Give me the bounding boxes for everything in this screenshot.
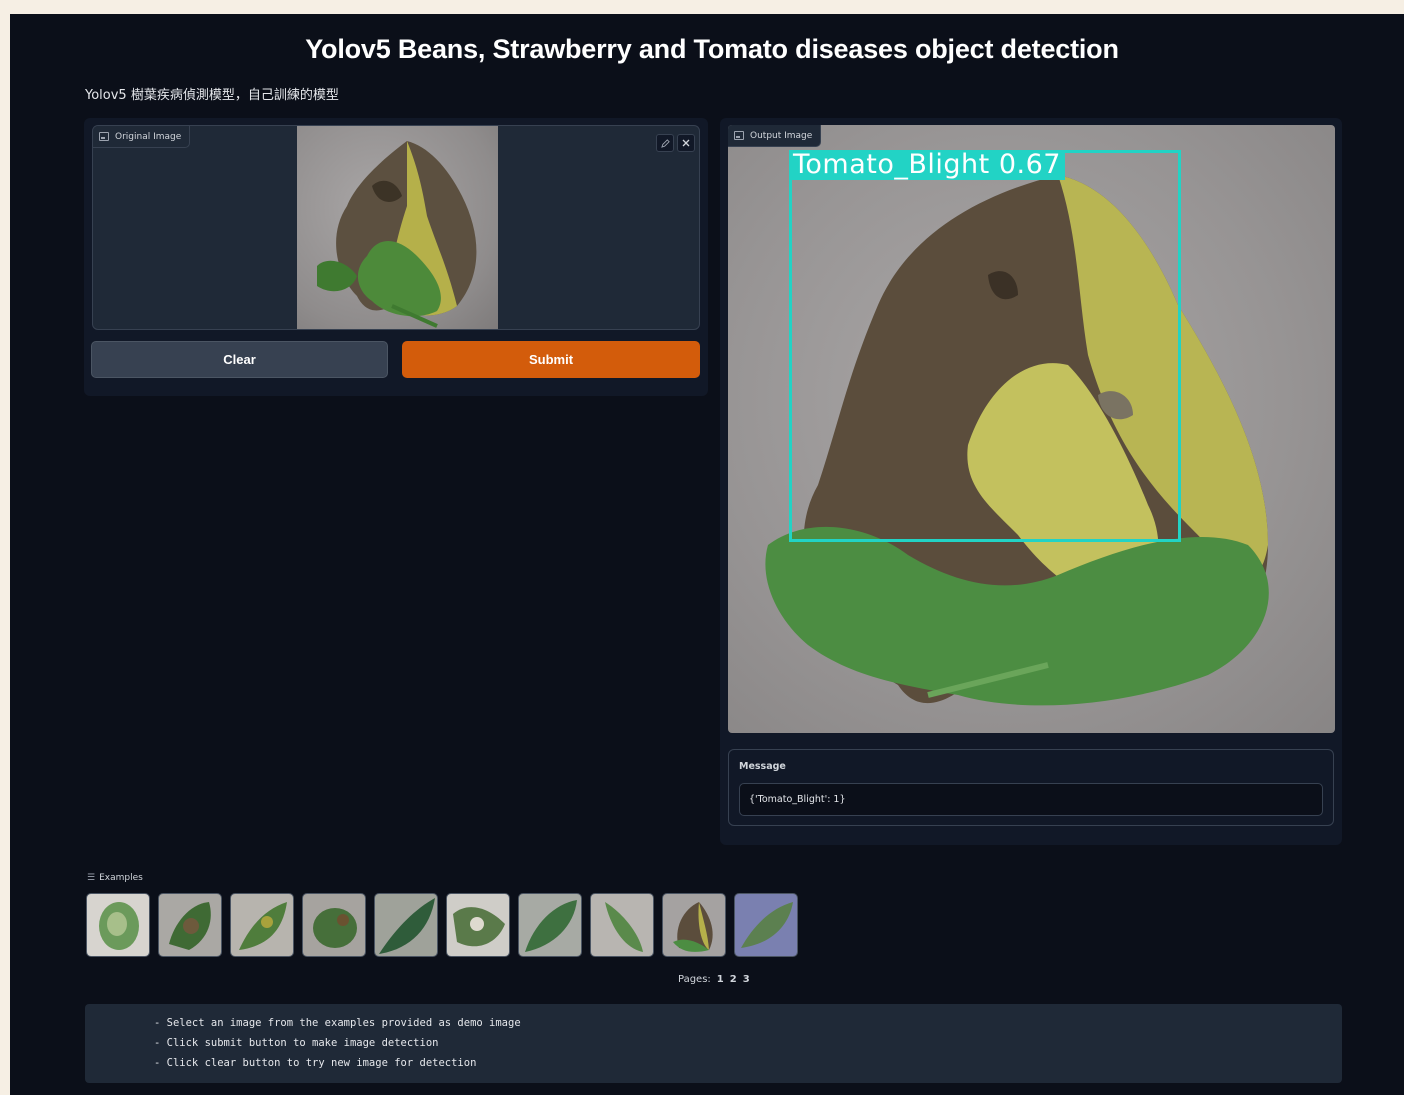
instructions-box: - Select an image from the examples prov… — [85, 1004, 1342, 1083]
submit-button[interactable]: Submit — [402, 341, 700, 378]
examples-label: Examples — [99, 873, 143, 883]
original-image-label: Original Image — [115, 131, 182, 142]
message-box: Message {'Tomato_Blight': 1} — [728, 749, 1334, 826]
clear-button[interactable]: Clear — [91, 341, 388, 378]
example-leaf-4[interactable] — [302, 893, 366, 957]
instruction-line-2: - Click submit button to make image dete… — [154, 1037, 439, 1049]
examples-gallery — [86, 893, 798, 957]
pencil-icon[interactable] — [656, 134, 674, 152]
page-title: Yolov5 Beans, Strawberry and Tomato dise… — [305, 34, 1119, 64]
example-leaf-8[interactable] — [590, 893, 654, 957]
page-1[interactable]: 1 — [717, 974, 724, 985]
example-leaf-7[interactable] — [518, 893, 582, 957]
pages-label: Pages: — [678, 974, 711, 985]
original-image-upload[interactable]: Original Image — [92, 125, 700, 330]
page-3[interactable]: 3 — [743, 974, 750, 985]
detection-bounding-box — [789, 150, 1181, 542]
instruction-line-1: - Select an image from the examples prov… — [154, 1017, 521, 1029]
original-image — [297, 126, 498, 329]
message-label: Message — [739, 761, 786, 772]
output-image-box: Output Image Tomato_Blight 0.67 — [728, 125, 1335, 733]
message-field[interactable]: {'Tomato_Blight': 1} — [739, 783, 1323, 816]
original-image-label-tag: Original Image — [93, 126, 191, 148]
close-icon[interactable] — [677, 134, 695, 152]
example-leaf-5[interactable] — [374, 893, 438, 957]
app-window: Yolov5 Beans, Strawberry and Tomato dise… — [10, 14, 1404, 1095]
image-icon — [99, 132, 109, 141]
output-image-label: Output Image — [750, 130, 813, 141]
pagination: Pages: 1 2 3 — [678, 974, 750, 985]
output-image-label-tag: Output Image — [728, 125, 822, 147]
instruction-line-3: - Click clear button to try new image fo… — [154, 1057, 477, 1069]
example-leaf-3[interactable] — [230, 893, 294, 957]
page-2[interactable]: 2 — [730, 974, 737, 985]
image-icon — [734, 131, 744, 140]
example-leaf-6[interactable] — [446, 893, 510, 957]
examples-header: ☰ Examples — [87, 873, 143, 883]
list-icon: ☰ — [87, 873, 96, 883]
example-leaf-2[interactable] — [158, 893, 222, 957]
example-leaf-9[interactable] — [662, 893, 726, 957]
page-subtitle: Yolov5 樹葉疾病偵測模型，自己訓練的模型 — [85, 88, 339, 103]
example-leaf-10[interactable] — [734, 893, 798, 957]
example-leaf-1[interactable] — [86, 893, 150, 957]
detection-label: Tomato_Blight 0.67 — [789, 150, 1065, 180]
